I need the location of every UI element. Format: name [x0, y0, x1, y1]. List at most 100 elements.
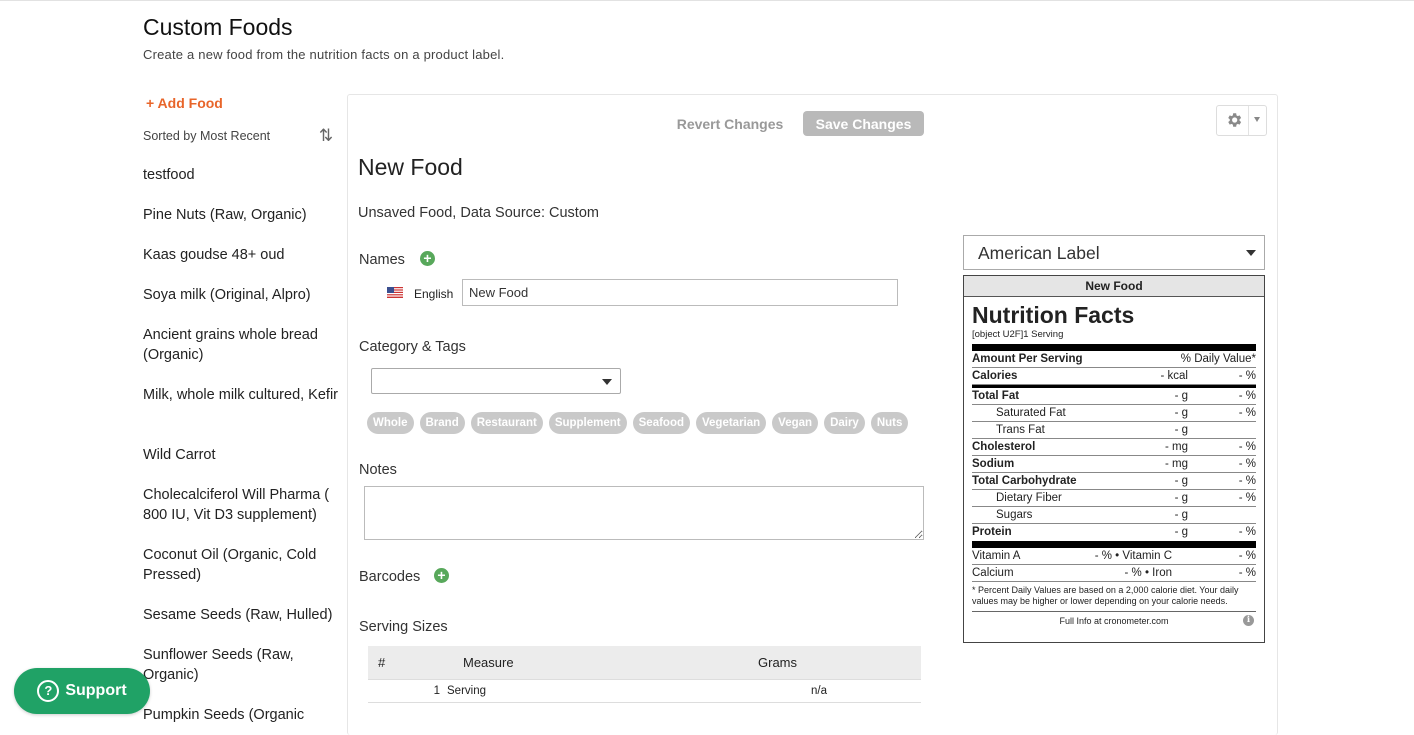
- thick-divider: [972, 541, 1256, 548]
- help-icon: ?: [37, 680, 60, 702]
- vitamin-value: - % • Vitamin C: [1094, 550, 1172, 562]
- nutrient-dv: - %: [1238, 475, 1256, 487]
- vitamin-row: Vitamin A - % • Vitamin C - %: [972, 548, 1256, 565]
- full-info-link[interactable]: Full Info at cronometer.com: [972, 616, 1256, 626]
- settings-menu-button[interactable]: [1216, 105, 1267, 136]
- sort-label: Sorted by Most Recent: [143, 129, 271, 143]
- nutrient-row-protein: Protein - g - %: [972, 524, 1256, 540]
- nutrient-amount: - kcal: [1160, 370, 1188, 382]
- nutrient-amount: - g: [1174, 526, 1188, 538]
- food-status-text: Unsaved Food, Data Source: Custom: [358, 205, 599, 221]
- add-name-plus-icon[interactable]: +: [420, 251, 435, 266]
- food-list-item[interactable]: Pumpkin Seeds (Organic: [143, 705, 338, 725]
- serving-grams[interactable]: n/a: [744, 679, 921, 703]
- vitamin-name: Calcium: [972, 567, 1014, 579]
- chevron-down-icon: [1254, 117, 1260, 122]
- us-flag-icon: [387, 287, 403, 298]
- tag-list: Whole Brand Restaurant Supplement Seafoo…: [367, 412, 909, 434]
- vitamin-row: Calcium - % • Iron - %: [972, 565, 1256, 582]
- tag-chip[interactable]: Supplement: [548, 412, 627, 434]
- nutrient-row-trans-fat: Trans Fat - g: [972, 422, 1256, 439]
- nutrient-dv: - %: [1238, 526, 1256, 538]
- nutrition-facts-title: Nutrition Facts: [972, 302, 1135, 328]
- nutrient-row-saturated-fat: Saturated Fat - g - %: [972, 405, 1256, 422]
- nutrient-row-total-carbohydrate: Total Carbohydrate - g - %: [972, 473, 1256, 490]
- nutrient-row-calories: Calories - kcal - %: [972, 367, 1256, 385]
- food-list-item[interactable]: Sunflower Seeds (Raw, Organic): [143, 645, 338, 705]
- add-barcode-plus-icon[interactable]: +: [434, 568, 449, 583]
- tag-chip[interactable]: Whole: [367, 412, 414, 434]
- nutrient-name: Sodium: [972, 458, 1015, 470]
- food-list-item[interactable]: Ancient grains whole bread (Organic): [143, 325, 338, 385]
- nutrient-dv: - %: [1238, 390, 1256, 402]
- food-list-item[interactable]: testfood: [143, 165, 338, 205]
- tag-chip[interactable]: Restaurant: [470, 412, 543, 434]
- nutrient-row-sodium: Sodium - mg - %: [972, 456, 1256, 473]
- revert-changes-button[interactable]: Revert Changes: [668, 111, 792, 136]
- serving-number: 1: [368, 679, 447, 703]
- food-list-item[interactable]: Soya milk (Original, Alpro): [143, 285, 338, 325]
- amount-per-serving-row: Amount Per Serving % Daily Value*: [972, 351, 1256, 367]
- label-type-value: American Label: [978, 243, 1100, 263]
- nutrient-amount: - mg: [1165, 441, 1188, 453]
- support-label: Support: [65, 682, 127, 700]
- nutrient-dv: - %: [1238, 492, 1256, 504]
- food-list-item[interactable]: Wild Carrot: [143, 445, 338, 485]
- daily-value-footnote: * Percent Daily Values are based on a 2,…: [972, 585, 1256, 612]
- food-list-item[interactable]: Cholecalciferol Will Pharma ( 800 IU, Vi…: [143, 485, 338, 545]
- label-type-select[interactable]: American Label: [963, 235, 1265, 270]
- thick-divider: [972, 344, 1256, 351]
- notes-textarea[interactable]: [364, 486, 924, 540]
- food-list-item[interactable]: Milk, whole milk cultured, Kefir: [143, 385, 338, 445]
- tag-chip[interactable]: Brand: [419, 412, 465, 434]
- button-separator: [1248, 106, 1249, 135]
- daily-value-header: % Daily Value*: [1180, 353, 1256, 365]
- save-changes-button[interactable]: Save Changes: [803, 111, 924, 136]
- food-list-item[interactable]: Sesame Seeds (Raw, Hulled): [143, 605, 338, 645]
- serving-size-text: [object U2F]1 Serving: [972, 329, 1064, 340]
- vitamin-value: - % • Iron: [1124, 567, 1172, 579]
- tag-chip[interactable]: Vegan: [772, 412, 819, 434]
- sort-arrows-icon[interactable]: ⇅: [317, 126, 335, 146]
- nutrition-label-header: New Food: [964, 276, 1264, 297]
- column-header-number: #: [368, 646, 447, 680]
- nutrient-amount: - g: [1174, 424, 1188, 436]
- top-divider: [0, 0, 1414, 1]
- names-label: Names: [359, 252, 405, 268]
- nutrient-amount: - g: [1174, 492, 1188, 504]
- tag-chip[interactable]: Vegetarian: [696, 412, 767, 434]
- table-row[interactable]: 1 Serving n/a: [368, 679, 921, 703]
- gear-icon: [1228, 113, 1242, 127]
- page-subtitle: Create a new food from the nutrition fac…: [143, 47, 505, 62]
- nutrient-row-dietary-fiber: Dietary Fiber - g - %: [972, 490, 1256, 507]
- nutrient-name: Saturated Fat: [996, 407, 1066, 419]
- tag-chip[interactable]: Dairy: [824, 412, 865, 434]
- food-list: testfood Pine Nuts (Raw, Organic) Kaas g…: [143, 165, 338, 725]
- nutrient-name: Trans Fat: [996, 424, 1045, 436]
- category-select[interactable]: [371, 368, 621, 394]
- food-list-item[interactable]: Coconut Oil (Organic, Cold Pressed): [143, 545, 338, 605]
- tag-chip[interactable]: Seafood: [632, 412, 690, 434]
- serving-sizes-label: Serving Sizes: [359, 619, 448, 635]
- barcodes-label: Barcodes: [359, 569, 421, 585]
- chevron-down-icon: [602, 379, 612, 385]
- vitamin-name: Vitamin A: [972, 550, 1021, 562]
- nutrient-dv: [1188, 422, 1256, 438]
- nutrient-row-cholesterol: Cholesterol - mg - %: [972, 439, 1256, 456]
- add-food-link[interactable]: + Add Food: [146, 95, 223, 111]
- food-name-input[interactable]: [462, 279, 898, 306]
- food-list-item[interactable]: Kaas goudse 48+ oud: [143, 245, 338, 285]
- nutrient-name: Total Fat: [972, 390, 1020, 402]
- tag-chip[interactable]: Nuts: [870, 412, 909, 434]
- chevron-down-icon: [1246, 250, 1256, 256]
- info-icon[interactable]: i: [1243, 615, 1254, 626]
- nutrient-name: Sugars: [996, 509, 1033, 521]
- serving-measure[interactable]: Serving: [447, 679, 744, 703]
- nutrient-row-sugars: Sugars - g: [972, 507, 1256, 524]
- page-title: Custom Foods: [143, 14, 293, 40]
- column-header-grams: Grams: [744, 646, 921, 680]
- nutrient-dv: - %: [1238, 370, 1256, 382]
- food-list-item[interactable]: Pine Nuts (Raw, Organic): [143, 205, 338, 245]
- nutrient-name: Protein: [972, 526, 1012, 538]
- support-button[interactable]: ? Support: [14, 668, 150, 714]
